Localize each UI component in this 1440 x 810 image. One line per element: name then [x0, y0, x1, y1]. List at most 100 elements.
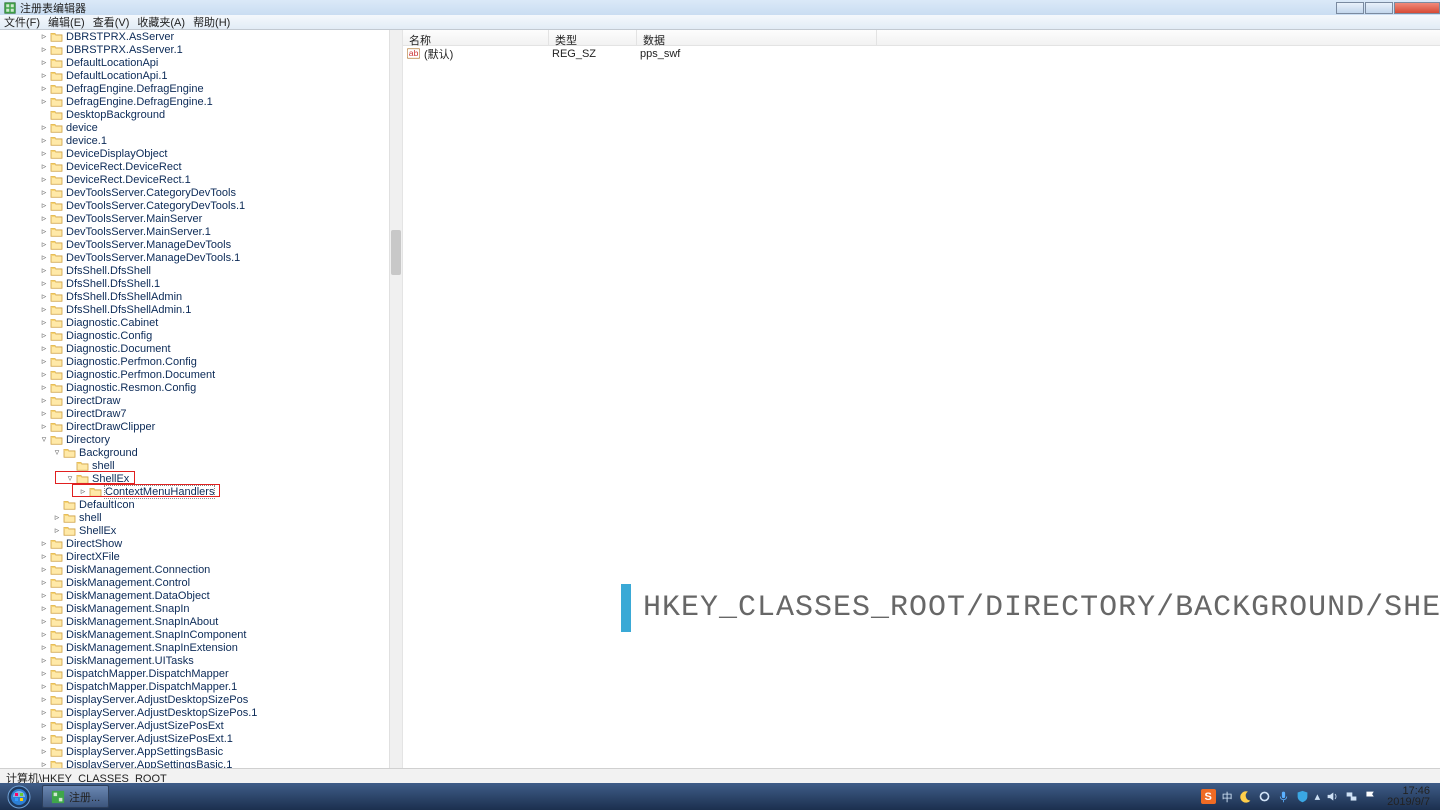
expand-toggle-icon[interactable]: ▹: [39, 552, 49, 562]
expand-toggle-icon[interactable]: ▹: [52, 526, 62, 536]
tree-node[interactable]: ▹DefaultLocationApi.1: [0, 69, 389, 82]
tree-node[interactable]: ▹DevToolsServer.ManageDevTools.1: [0, 251, 389, 264]
expand-toggle-icon[interactable]: ▹: [39, 422, 49, 432]
tree-node[interactable]: ▹Diagnostic.Resmon.Config: [0, 381, 389, 394]
expand-toggle-icon[interactable]: ▹: [39, 747, 49, 757]
tree-node[interactable]: ▹DiskManagement.Connection: [0, 563, 389, 576]
tree-node[interactable]: ▹DisplayServer.AdjustSizePosExt: [0, 719, 389, 732]
tree-node[interactable]: ▹DisplayServer.AppSettingsBasic: [0, 745, 389, 758]
expand-toggle-icon[interactable]: ▹: [39, 318, 49, 328]
expand-toggle-icon[interactable]: ▹: [39, 253, 49, 263]
menu-favorites[interactable]: 收藏夹(A): [137, 14, 185, 30]
expand-toggle-icon[interactable]: ▹: [39, 695, 49, 705]
expand-toggle-icon[interactable]: ▹: [39, 175, 49, 185]
expand-toggle-icon[interactable]: ▹: [39, 214, 49, 224]
tree-node[interactable]: ▹DevToolsServer.CategoryDevTools: [0, 186, 389, 199]
tree-node[interactable]: ▹Diagnostic.Perfmon.Config: [0, 355, 389, 368]
expand-toggle-icon[interactable]: ▹: [39, 370, 49, 380]
tree-node[interactable]: ▹DisplayServer.AdjustSizePosExt.1: [0, 732, 389, 745]
ime-sogou-icon[interactable]: S: [1201, 789, 1216, 804]
tree-node[interactable]: ▹DevToolsServer.CategoryDevTools.1: [0, 199, 389, 212]
tree-node[interactable]: ▹DevToolsServer.MainServer.1: [0, 225, 389, 238]
expand-toggle-icon[interactable]: ▹: [39, 604, 49, 614]
start-button[interactable]: [0, 783, 38, 810]
action-flag-icon[interactable]: [1364, 790, 1377, 803]
expand-toggle-icon[interactable]: ▹: [39, 617, 49, 627]
tree-node[interactable]: ▹DirectXFile: [0, 550, 389, 563]
expand-toggle-icon[interactable]: ▹: [39, 669, 49, 679]
col-data[interactable]: 数据: [637, 30, 877, 45]
tree-node[interactable]: ▹Diagnostic.Cabinet: [0, 316, 389, 329]
col-name[interactable]: 名称: [403, 30, 549, 45]
tree-node[interactable]: ▹DiskManagement.UITasks: [0, 654, 389, 667]
expand-toggle-icon[interactable]: ▹: [39, 201, 49, 211]
tree-node[interactable]: ▹DfsShell.DfsShell: [0, 264, 389, 277]
expand-toggle-icon[interactable]: ▿: [65, 474, 75, 484]
settings-icon[interactable]: [1258, 790, 1271, 803]
tree-node[interactable]: ▿ShellEx: [0, 472, 389, 485]
tree-node[interactable]: ▹DefaultLocationApi: [0, 56, 389, 69]
expand-toggle-icon[interactable]: ▹: [39, 578, 49, 588]
minimize-button[interactable]: [1336, 2, 1364, 14]
expand-toggle-icon[interactable]: ▹: [39, 292, 49, 302]
tree-node[interactable]: ▹DiskManagement.SnapInComponent: [0, 628, 389, 641]
tree-node[interactable]: ▿Background: [0, 446, 389, 459]
value-row[interactable]: ab (默认) REG_SZ pps_swf: [403, 46, 1440, 61]
expand-toggle-icon[interactable]: ▹: [39, 630, 49, 640]
expand-toggle-icon[interactable]: ▹: [39, 760, 49, 769]
expand-toggle-icon[interactable]: ▹: [39, 305, 49, 315]
expand-toggle-icon[interactable]: ▹: [39, 279, 49, 289]
shield-icon[interactable]: [1296, 790, 1309, 803]
expand-toggle-icon[interactable]: ▹: [39, 656, 49, 666]
tree-node[interactable]: ▹DispatchMapper.DispatchMapper.1: [0, 680, 389, 693]
close-button[interactable]: [1394, 2, 1440, 14]
tree-node[interactable]: ▹DfsShell.DfsShellAdmin.1: [0, 303, 389, 316]
tree-node[interactable]: ▹DeviceRect.DeviceRect: [0, 160, 389, 173]
expand-toggle-icon[interactable]: ▹: [39, 71, 49, 81]
tree-node[interactable]: ▹DefragEngine.DefragEngine: [0, 82, 389, 95]
tree-node[interactable]: ▹shell: [0, 511, 389, 524]
expand-toggle-icon[interactable]: ▹: [39, 331, 49, 341]
scrollbar-thumb[interactable]: [391, 230, 401, 275]
tree-scrollbar[interactable]: [389, 30, 402, 768]
network-icon[interactable]: [1345, 790, 1358, 803]
expand-toggle-icon[interactable]: ▹: [39, 162, 49, 172]
tree-node[interactable]: ▹DevToolsServer.ManageDevTools: [0, 238, 389, 251]
expand-toggle-icon[interactable]: ▹: [39, 708, 49, 718]
expand-toggle-icon[interactable]: ▹: [39, 123, 49, 133]
tree-node[interactable]: ▹device: [0, 121, 389, 134]
tree-node[interactable]: ▹DfsShell.DfsShellAdmin: [0, 290, 389, 303]
tree-node[interactable]: ▹DiskManagement.DataObject: [0, 589, 389, 602]
expand-toggle-icon[interactable]: ▹: [39, 539, 49, 549]
tree-node[interactable]: ▹Diagnostic.Perfmon.Document: [0, 368, 389, 381]
menu-edit[interactable]: 编辑(E): [48, 14, 85, 30]
col-type[interactable]: 类型: [549, 30, 637, 45]
expand-toggle-icon[interactable]: ▹: [52, 513, 62, 523]
tree-node[interactable]: DesktopBackground: [0, 108, 389, 121]
tree-node[interactable]: ▹DiskManagement.Control: [0, 576, 389, 589]
tree-node[interactable]: ▹DevToolsServer.MainServer: [0, 212, 389, 225]
tray-chevron-icon[interactable]: ▴: [1315, 790, 1321, 803]
expand-toggle-icon[interactable]: ▹: [39, 45, 49, 55]
tree-node[interactable]: ▹DBRSTPRX.AsServer.1: [0, 43, 389, 56]
expand-toggle-icon[interactable]: ▹: [39, 721, 49, 731]
maximize-button[interactable]: [1365, 2, 1393, 14]
tree-node[interactable]: ▹device.1: [0, 134, 389, 147]
expand-toggle-icon[interactable]: ▹: [39, 643, 49, 653]
tree-node[interactable]: ▹DirectDraw: [0, 394, 389, 407]
tree-node[interactable]: ▹Diagnostic.Document: [0, 342, 389, 355]
expand-toggle-icon[interactable]: ▹: [39, 682, 49, 692]
expand-toggle-icon[interactable]: ▹: [39, 188, 49, 198]
expand-toggle-icon[interactable]: ▹: [39, 409, 49, 419]
tree-node[interactable]: ▹DeviceRect.DeviceRect.1: [0, 173, 389, 186]
tree-node[interactable]: ▹DfsShell.DfsShell.1: [0, 277, 389, 290]
expand-toggle-icon[interactable]: ▹: [39, 357, 49, 367]
expand-toggle-icon[interactable]: ▿: [52, 448, 62, 458]
tree-node[interactable]: ▹DBRSTPRX.AsServer: [0, 30, 389, 43]
expand-toggle-icon[interactable]: ▹: [39, 58, 49, 68]
tree-node[interactable]: ▹DisplayServer.AdjustDesktopSizePos: [0, 693, 389, 706]
expand-toggle-icon[interactable]: ▹: [39, 32, 49, 42]
taskbar-app-regedit[interactable]: 注册...: [42, 785, 109, 808]
tree-node[interactable]: ▹DirectDraw7: [0, 407, 389, 420]
volume-icon[interactable]: [1326, 790, 1339, 803]
